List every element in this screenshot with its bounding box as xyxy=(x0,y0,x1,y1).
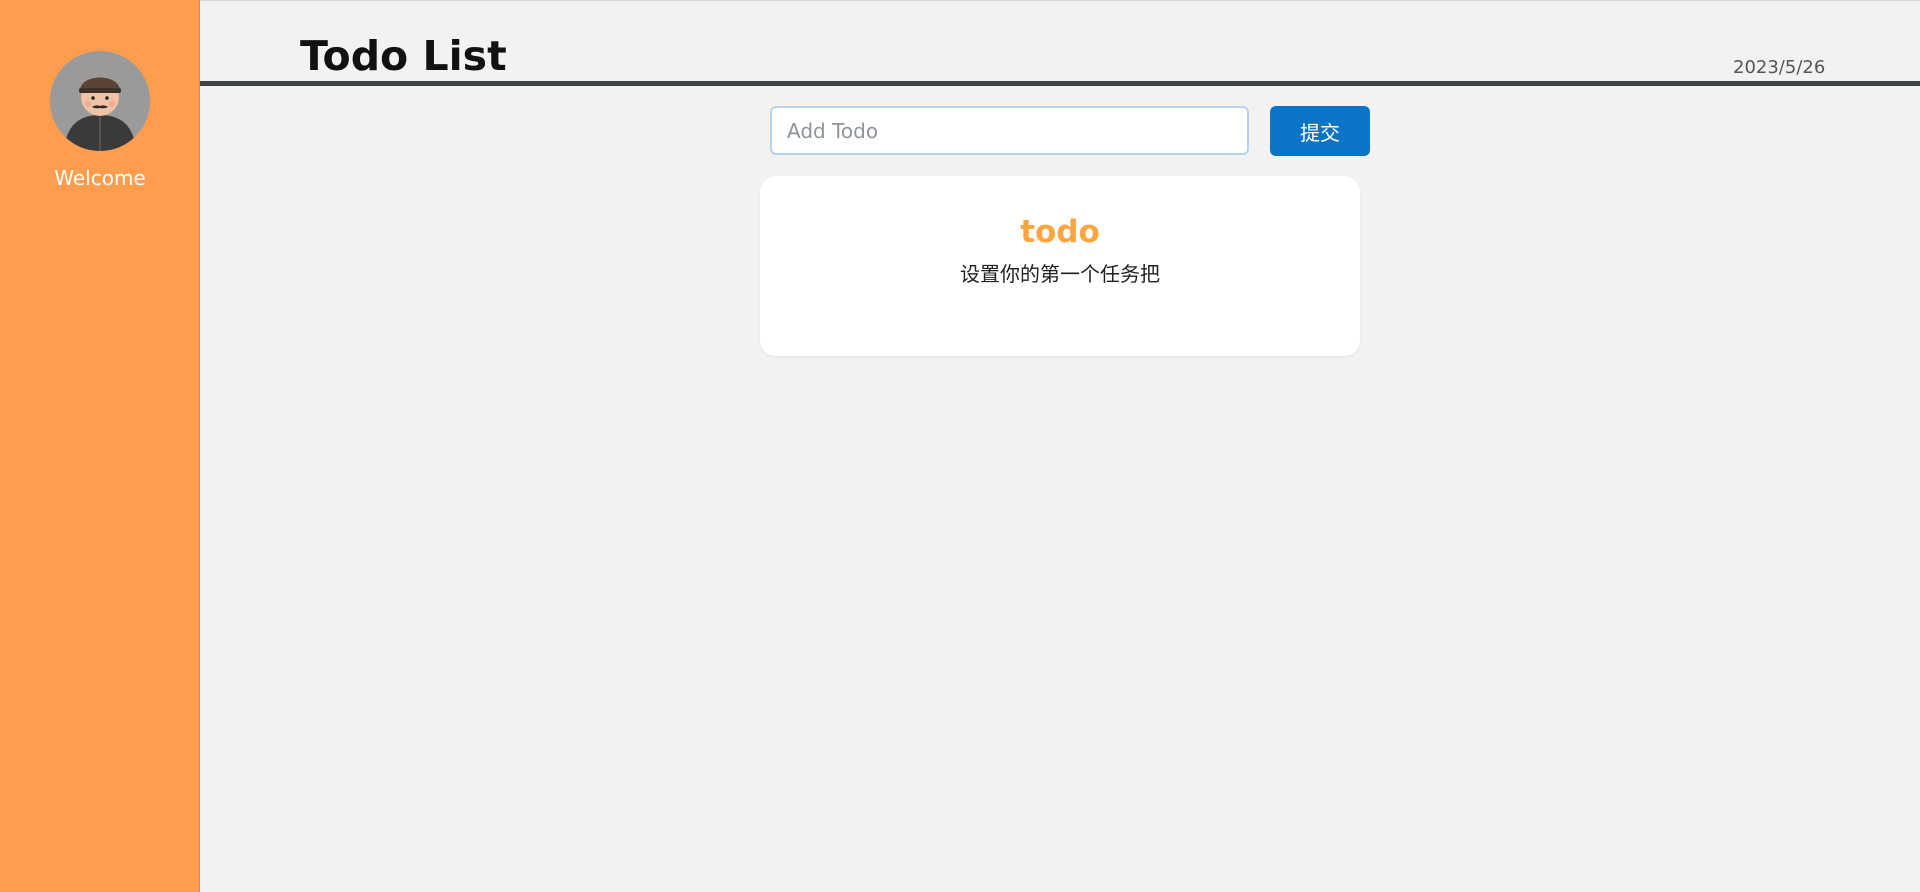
user-avatar-icon[interactable] xyxy=(50,51,150,151)
top-border xyxy=(200,0,1920,1)
submit-button[interactable]: 提交 xyxy=(1270,106,1370,156)
page-title: Todo List xyxy=(300,32,507,80)
todo-list-card: todo 设置你的第一个任务把 xyxy=(760,176,1360,356)
current-date: 2023/5/26 xyxy=(1733,57,1826,78)
add-todo-input[interactable] xyxy=(770,106,1249,155)
empty-state-message: 设置你的第一个任务把 xyxy=(960,262,1160,286)
header-divider xyxy=(200,81,1920,86)
sidebar: Welcome xyxy=(0,0,200,892)
welcome-text: Welcome xyxy=(54,166,146,190)
empty-state-title: todo xyxy=(1020,214,1100,250)
avatar-illustration xyxy=(50,51,150,151)
